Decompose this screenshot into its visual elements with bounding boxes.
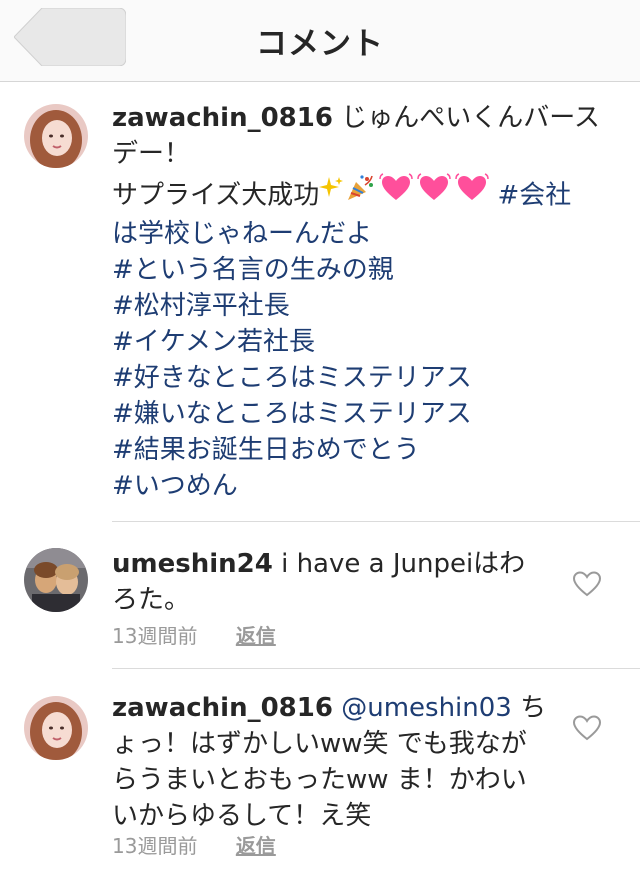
comment-meta: 13週間前 返信 bbox=[112, 830, 276, 859]
username[interactable]: umeshin24 bbox=[112, 549, 273, 579]
hashtag-link[interactable]: #松村淳平社長 bbox=[112, 288, 612, 324]
hashtag-link[interactable]: #結果お誕生日おめでとう bbox=[112, 432, 612, 468]
hashtag-link[interactable]: は学校じゃねーんだよ bbox=[112, 216, 612, 252]
page-title: コメント bbox=[256, 26, 384, 62]
reply-button[interactable]: 返信 bbox=[236, 620, 276, 649]
like-button[interactable] bbox=[572, 714, 602, 742]
hashtag-link[interactable]: #イケメン若社長 bbox=[112, 324, 612, 360]
hashtag-link[interactable]: #嫌いなところはミステリアス bbox=[112, 396, 612, 432]
comment-text: ち bbox=[520, 693, 547, 723]
hashtag-link[interactable]: #いつめん bbox=[112, 468, 612, 504]
comment-text: いからゆるして！え笑 bbox=[112, 801, 372, 831]
comment-text: ょっ！はずかしいww笑 でも我なが bbox=[112, 729, 527, 759]
hashtag-link[interactable]: #という名言の生みの親 bbox=[112, 252, 612, 288]
username[interactable]: zawachin_0816 bbox=[112, 693, 333, 723]
avatar[interactable] bbox=[24, 104, 88, 168]
comment-body: umeshin24 i have a Junpeiはわ ろた。 bbox=[112, 546, 612, 618]
top-bar: コメント bbox=[0, 0, 640, 82]
divider bbox=[112, 668, 640, 669]
avatar[interactable] bbox=[24, 548, 88, 612]
comment-text: i have a Junpeiはわ bbox=[281, 549, 526, 579]
party-popper-icon bbox=[345, 173, 375, 213]
comment-body: zawachin_0816 @umeshin03 ち ょっ！はずかしいww笑 で… bbox=[112, 690, 612, 834]
caption-text: サプライズ大成功 bbox=[112, 180, 320, 211]
caption-line-1: zawachin_0816 じゅんぺいくんバース bbox=[112, 100, 612, 136]
reply-button[interactable]: 返信 bbox=[236, 830, 276, 859]
avatar[interactable] bbox=[24, 696, 88, 760]
comment-item: zawachin_0816 @umeshin03 ち ょっ！はずかしいww笑 で… bbox=[0, 688, 640, 868]
divider bbox=[112, 521, 640, 522]
mention-link[interactable]: @umeshin03 bbox=[341, 693, 512, 723]
pink-heart-icon bbox=[455, 173, 489, 213]
sparkles-icon bbox=[319, 175, 345, 211]
pink-heart-icon bbox=[379, 173, 413, 213]
caption-body: zawachin_0816 じゅんぺいくんバース デー！ サプライズ大成功 #会… bbox=[112, 100, 612, 504]
username[interactable]: zawachin_0816 bbox=[112, 103, 333, 133]
like-button[interactable] bbox=[572, 570, 602, 598]
hashtag-link[interactable]: #会社 bbox=[498, 181, 572, 211]
caption-text: じゅんぺいくんバース bbox=[341, 103, 600, 133]
timestamp: 13週間前 bbox=[112, 834, 198, 858]
comment-text: らうまいとおもったww ま！かわい bbox=[112, 765, 527, 795]
hashtag-link[interactable]: #好きなところはミステリアス bbox=[112, 360, 612, 396]
caption-text: デー！ bbox=[112, 139, 191, 169]
heart-outline-icon bbox=[572, 571, 602, 597]
caption-line-3: サプライズ大成功 #会社 bbox=[112, 173, 612, 216]
caption-comment: zawachin_0816 じゅんぺいくんバース デー！ サプライズ大成功 #会… bbox=[0, 100, 640, 520]
heart-outline-icon bbox=[572, 715, 602, 741]
comment-item: umeshin24 i have a Junpeiはわ ろた。 13週間前 返信 bbox=[0, 540, 640, 660]
comment-line-1: umeshin24 i have a Junpeiはわ bbox=[112, 546, 612, 582]
comment-text: ろた。 bbox=[112, 585, 191, 615]
timestamp: 13週間前 bbox=[112, 624, 198, 648]
comment-meta: 13週間前 返信 bbox=[112, 620, 276, 649]
comment-line-1: zawachin_0816 @umeshin03 ち bbox=[112, 690, 612, 726]
pink-heart-icon bbox=[417, 173, 451, 213]
